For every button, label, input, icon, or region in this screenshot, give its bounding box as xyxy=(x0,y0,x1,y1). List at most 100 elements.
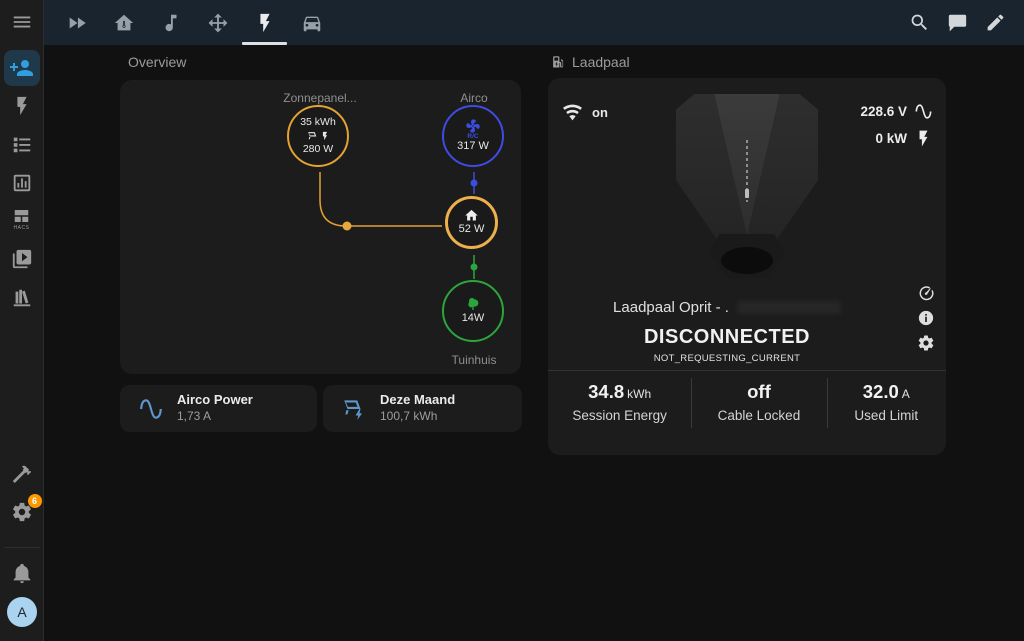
airco-node-label: Airco xyxy=(409,91,539,105)
home-thermometer-icon xyxy=(113,12,135,34)
sidebar-divider xyxy=(4,547,40,548)
solar-power-icon xyxy=(341,396,367,422)
power-value: 0 kW xyxy=(875,131,907,146)
session-energy-unit: kWh xyxy=(627,387,651,401)
device-name: Laadpaal Oprit - . xyxy=(613,299,729,316)
solar-power-icon xyxy=(306,130,330,143)
home-power-value: 52 W xyxy=(459,223,485,237)
flash-icon xyxy=(914,129,933,148)
card-actions xyxy=(917,284,935,352)
sidebar-item-hacs[interactable]: HACS xyxy=(10,207,34,231)
tab-controls[interactable] xyxy=(194,0,241,45)
charger-led-strip xyxy=(746,140,748,202)
used-limit-label: Used Limit xyxy=(827,408,946,423)
charger-status: DISCONNECTED xyxy=(548,326,906,349)
redacted-name xyxy=(737,301,841,314)
gear-icon[interactable] xyxy=(917,334,935,352)
garden-node[interactable]: 14W xyxy=(442,280,504,342)
used-limit-value: 32.0 xyxy=(863,381,899,402)
fast-forward-icon xyxy=(66,12,88,34)
month-energy-card-title: Deze Maand xyxy=(380,392,455,409)
charger-socket-hole xyxy=(721,247,773,274)
car-icon xyxy=(301,12,323,34)
sidebar-item-energy[interactable] xyxy=(10,94,34,118)
month-energy-card-value: 100,7 kWh xyxy=(380,409,455,425)
search-icon[interactable] xyxy=(909,12,930,33)
home-icon xyxy=(464,208,479,223)
current-ac-icon xyxy=(138,396,164,422)
lightning-bolt-icon xyxy=(254,12,276,34)
month-energy-card[interactable]: Deze Maand 100,7 kWh xyxy=(323,385,522,432)
stat-session-energy[interactable]: 34.8kWh Session Energy xyxy=(548,371,691,455)
stat-cable-locked[interactable]: off Cable Locked xyxy=(691,371,826,455)
stat-used-limit[interactable]: 32.0A Used Limit xyxy=(827,371,946,455)
tab-home[interactable] xyxy=(100,0,147,45)
info-icon[interactable] xyxy=(917,309,935,327)
assist-chat-icon[interactable] xyxy=(947,12,968,33)
airco-power-card-value: 1,73 A xyxy=(177,409,253,425)
device-name-row: Laadpaal Oprit - . xyxy=(548,299,906,316)
menu-icon[interactable] xyxy=(10,10,34,34)
tab-car[interactable] xyxy=(288,0,335,45)
airco-power-card[interactable]: Airco Power 1,73 A xyxy=(120,385,317,432)
sidebar-item-library[interactable] xyxy=(10,286,34,310)
tab-music[interactable] xyxy=(147,0,194,45)
settings-badge: 6 xyxy=(28,494,42,508)
garden-node-label: Tuinhuis xyxy=(409,353,539,367)
laadpaal-title-text: Laadpaal xyxy=(572,54,630,70)
overview-title-text: Overview xyxy=(128,54,186,70)
solar-power-value: 280 W xyxy=(303,143,333,156)
sine-wave-icon xyxy=(914,102,933,121)
used-limit-unit: A xyxy=(902,387,910,401)
account-plus-icon xyxy=(10,56,34,80)
user-avatar[interactable]: A xyxy=(7,597,37,627)
home-node[interactable]: 52 W xyxy=(445,196,498,249)
tree-icon xyxy=(465,296,481,312)
airco-node[interactable]: R/C 317 W xyxy=(442,105,504,167)
wifi-status[interactable]: on xyxy=(562,102,608,123)
overview-section-title: Overview xyxy=(128,54,186,70)
sidebar-item-people[interactable] xyxy=(4,50,40,86)
cable-locked-label: Cable Locked xyxy=(691,408,826,423)
sidebar: HACS 6 A xyxy=(0,0,44,641)
airco-power-card-title: Airco Power xyxy=(177,392,253,409)
laadpaal-section-title: Laadpaal xyxy=(550,54,630,70)
home-assistant-app: HACS 6 A Overview xyxy=(0,0,1024,641)
charger-status-reason: NOT_REQUESTING_CURRENT xyxy=(548,353,906,364)
gauge-icon[interactable] xyxy=(917,284,935,302)
solar-node[interactable]: 35 kWh 280 W xyxy=(287,105,349,167)
power-flow-card: Zonnepanel... Airco Tuinhuis 35 kWh 280 … xyxy=(120,80,521,374)
airco-power-value: 317 W xyxy=(457,140,489,154)
sidebar-item-devtools[interactable] xyxy=(10,462,34,486)
topbar-actions xyxy=(909,12,1006,33)
garden-power-value: 14W xyxy=(462,312,485,326)
wifi-icon xyxy=(562,102,583,123)
hacs-label: HACS xyxy=(14,226,30,231)
solar-energy-value: 35 kWh xyxy=(300,116,336,129)
ev-station-icon xyxy=(550,55,565,70)
tab-fast-forward[interactable] xyxy=(53,0,100,45)
session-energy-value: 34.8 xyxy=(588,381,624,402)
sidebar-item-history[interactable] xyxy=(10,171,34,195)
cursor-move-icon xyxy=(207,12,229,34)
voltage-reading[interactable]: 228.6 V xyxy=(860,102,933,121)
sidebar-item-media[interactable] xyxy=(10,247,34,271)
tab-energy[interactable] xyxy=(241,0,288,45)
sidebar-item-notifications[interactable] xyxy=(10,561,34,585)
power-reading[interactable]: 0 kW xyxy=(875,129,933,148)
top-app-bar xyxy=(44,0,1024,45)
solar-node-label: Zonnepanel... xyxy=(255,91,385,105)
cable-locked-value: off xyxy=(747,381,771,402)
stats-row: 34.8kWh Session Energy off Cable Locked … xyxy=(548,371,946,455)
music-note-icon xyxy=(160,12,182,34)
voltage-value: 228.6 V xyxy=(860,104,907,119)
sidebar-item-todo[interactable] xyxy=(10,132,34,156)
fan-icon xyxy=(465,118,481,134)
session-energy-label: Session Energy xyxy=(548,408,691,423)
edit-pencil-icon[interactable] xyxy=(985,12,1006,33)
view-tabs xyxy=(53,0,335,45)
charger-image xyxy=(676,94,818,282)
wifi-state-value: on xyxy=(592,105,608,120)
sidebar-item-settings[interactable]: 6 xyxy=(10,500,34,524)
laadpaal-card: on 228.6 V 0 kW Laadpaal Oprit - . xyxy=(548,78,946,455)
